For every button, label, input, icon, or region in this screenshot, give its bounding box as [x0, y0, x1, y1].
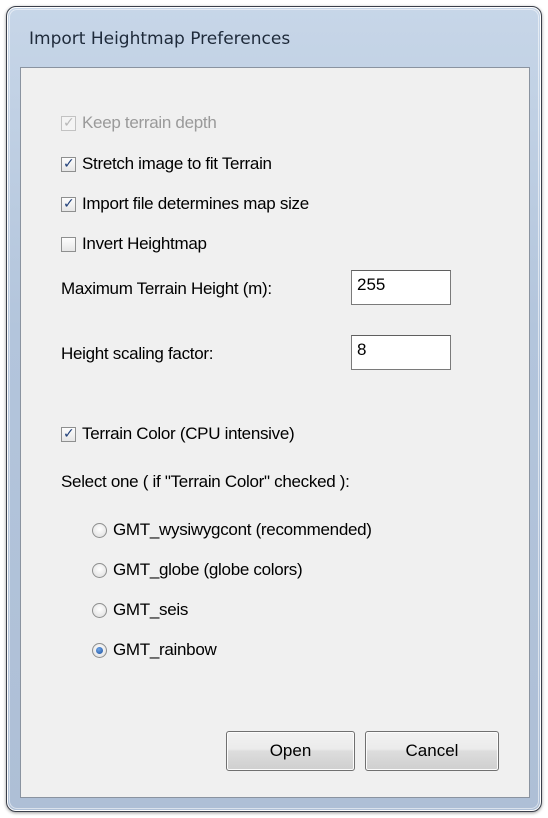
select-one-label: Select one ( if "Terrain Color" checked …: [61, 472, 350, 492]
invert-heightmap-checkbox[interactable]: Invert Heightmap: [61, 234, 207, 254]
checkbox-box: ✓: [61, 114, 76, 131]
stretch-image-checkbox[interactable]: ✓ Stretch image to fit Terrain: [61, 154, 272, 174]
dialog-content: ✓ Keep terrain depth ✓ Stretch image to …: [20, 67, 530, 798]
radio-label: GMT_rainbow: [113, 640, 217, 659]
max-height-input[interactable]: 255: [351, 270, 451, 305]
checkbox-box: [61, 236, 76, 252]
max-height-label: Maximum Terrain Height (m):: [61, 279, 272, 299]
cancel-button[interactable]: Cancel: [365, 731, 499, 771]
checkbox-label: Terrain Color (CPU intensive): [82, 424, 295, 443]
radio-circle: [92, 562, 107, 578]
radio-gmt-rainbow[interactable]: GMT_rainbow: [92, 640, 217, 660]
max-height-label-text: Maximum Terrain Height (m):: [61, 279, 272, 298]
check-icon: ✓: [63, 195, 75, 212]
terrain-color-checkbox[interactable]: ✓ Terrain Color (CPU intensive): [61, 424, 295, 444]
radio-label: GMT_seis: [113, 600, 189, 619]
dialog-title: Import Heightmap Preferences: [29, 29, 291, 49]
radio-label: GMT_globe (globe colors): [113, 560, 303, 579]
radio-label: GMT_wysiwygcont (recommended): [113, 520, 372, 539]
dialog-window: Import Heightmap Preferences ✓ Keep terr…: [6, 6, 542, 812]
checkbox-box: ✓: [61, 425, 76, 442]
radio-gmt-globe[interactable]: GMT_globe (globe colors): [92, 560, 303, 580]
scaling-factor-input[interactable]: 8: [351, 335, 451, 370]
checkbox-box: ✓: [61, 195, 76, 212]
select-one-label-text: Select one ( if "Terrain Color" checked …: [61, 472, 350, 491]
scaling-factor-label-text: Height scaling factor:: [61, 344, 214, 363]
checkbox-label: Stretch image to fit Terrain: [82, 154, 272, 173]
checkbox-label: Invert Heightmap: [82, 234, 207, 253]
radio-circle: [92, 522, 107, 538]
checkbox-box: ✓: [61, 155, 76, 172]
radio-circle: [92, 602, 107, 618]
import-file-size-checkbox[interactable]: ✓ Import file determines map size: [61, 194, 309, 214]
radio-circle: [92, 642, 107, 658]
radio-gmt-wysiwygcont[interactable]: GMT_wysiwygcont (recommended): [92, 520, 372, 540]
checkbox-label: Keep terrain depth: [82, 113, 217, 132]
keep-terrain-depth-checkbox[interactable]: ✓ Keep terrain depth: [61, 113, 217, 133]
check-icon: ✓: [63, 155, 75, 172]
open-button[interactable]: Open: [226, 731, 355, 771]
scaling-factor-label: Height scaling factor:: [61, 344, 213, 364]
radio-gmt-seis[interactable]: GMT_seis: [92, 600, 188, 620]
check-icon: ✓: [63, 425, 75, 442]
checkbox-label: Import file determines map size: [82, 194, 309, 213]
radio-selected-dot: [96, 646, 103, 654]
check-icon: ✓: [63, 114, 75, 131]
